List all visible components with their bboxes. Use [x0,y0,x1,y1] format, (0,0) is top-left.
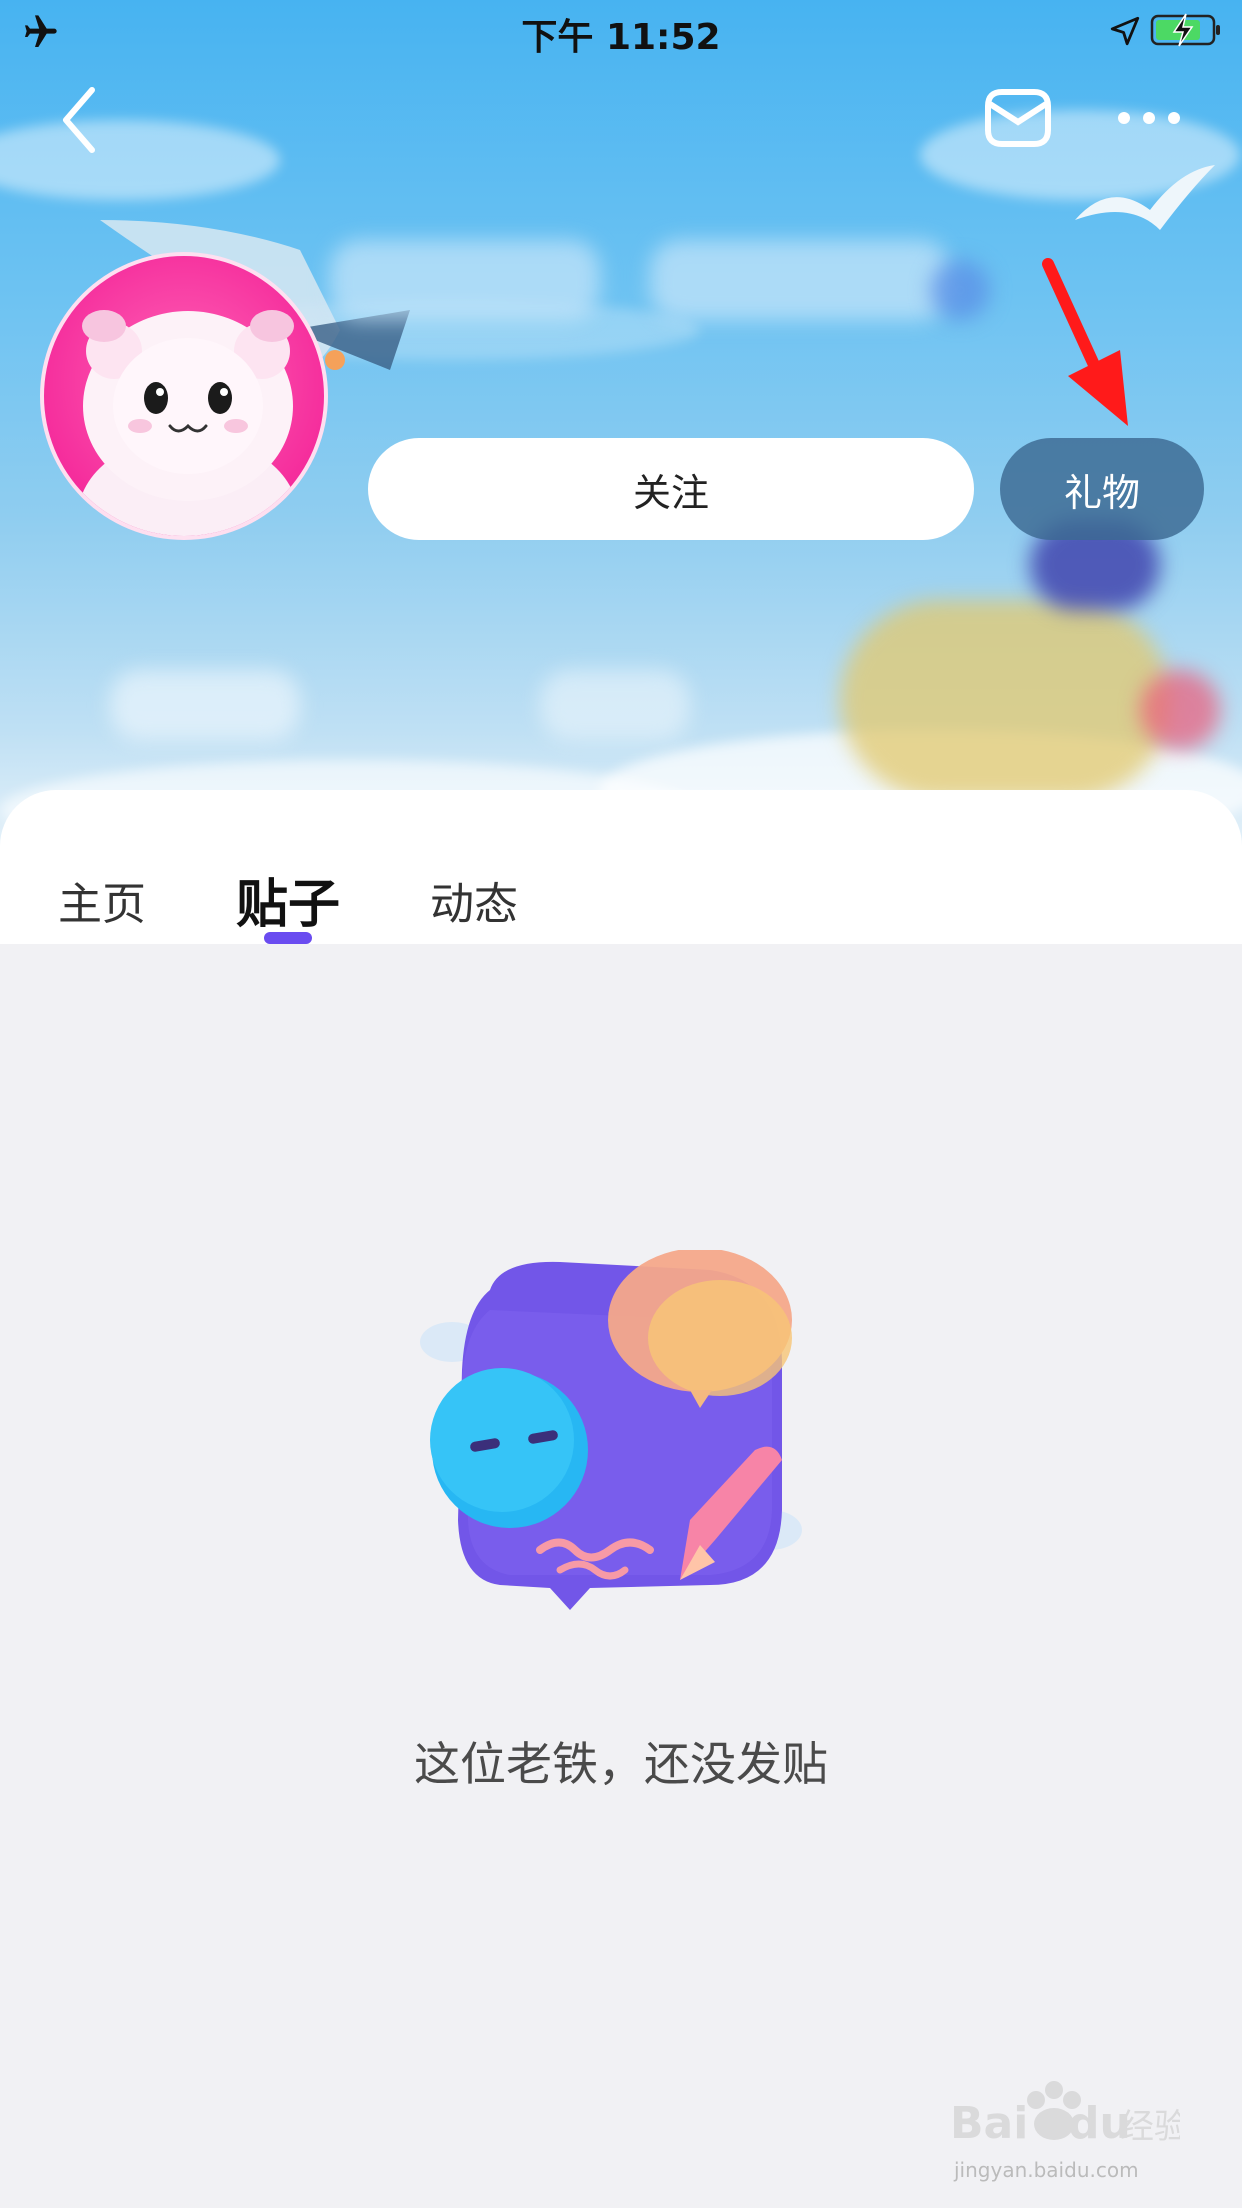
location-arrow-icon [1110,16,1140,46]
empty-state-message: 这位老铁，还没发贴 [414,1737,828,1791]
tab-bar [0,790,1242,944]
svg-text:Bai: Bai [950,2098,1028,2149]
seagull-decoration [1075,165,1215,230]
status-time: 下午 11:52 [521,17,721,58]
gift-button[interactable]: 礼物 [1000,438,1204,540]
empty-posts-illustration [420,1250,802,1610]
status-bar: 下午 11:52 [0,0,1242,62]
active-tab-indicator [264,932,312,944]
message-button[interactable] [980,84,1056,152]
tab-posts[interactable]: 贴子 [236,862,340,937]
battery-charging-icon [1150,13,1220,47]
watermark-url: jingyan.baidu.com [954,2158,1139,2182]
mail-icon [985,89,1051,147]
annotation-arrow-icon [1042,258,1128,426]
sheep-mascot-icon [78,310,298,536]
more-button[interactable] [1114,96,1184,140]
avatar[interactable] [40,252,328,540]
follow-button[interactable]: 关注 [368,438,974,540]
tab-home[interactable]: 主页 [58,868,146,932]
tab-feed[interactable]: 动态 [430,868,518,932]
more-icon [1118,112,1180,124]
svg-text:经验: 经验 [1120,2107,1180,2147]
back-button[interactable] [50,80,120,160]
username-blurred [322,232,1022,326]
chevron-left-icon [63,87,95,153]
